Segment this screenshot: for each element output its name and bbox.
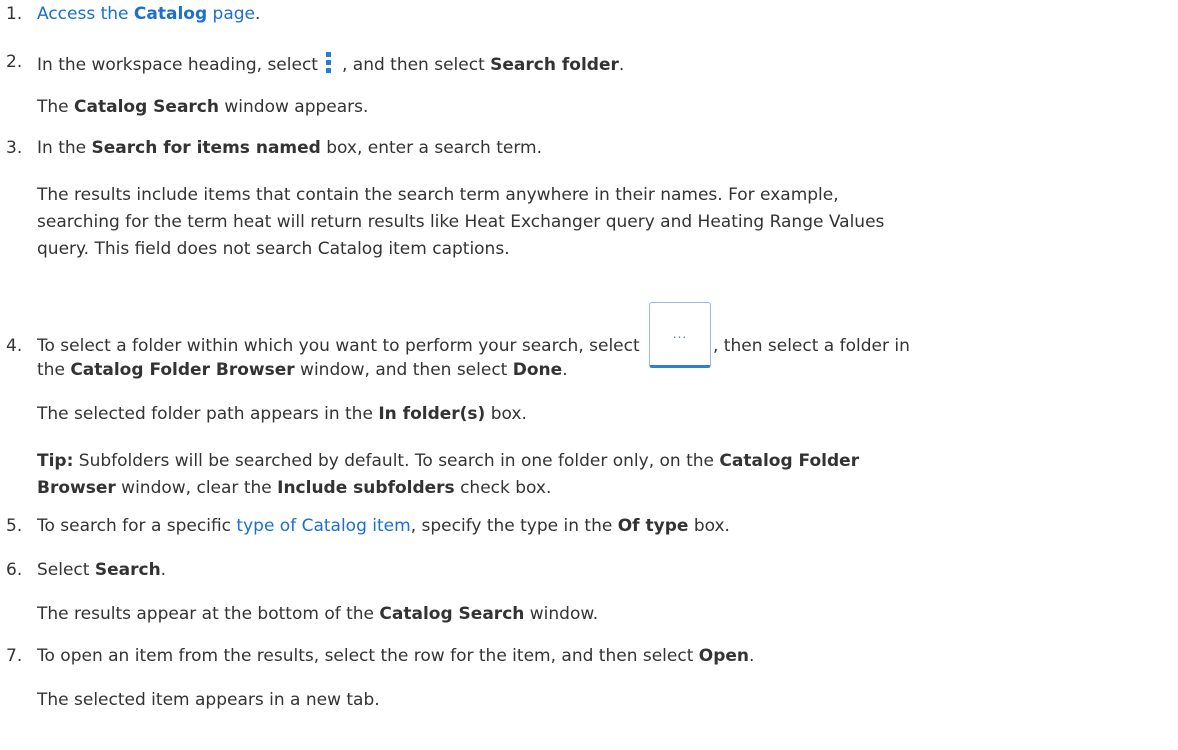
step-number: 3. — [6, 138, 23, 158]
step-4: 4. To select a folder within which you w… — [0, 302, 1178, 368]
step-number: 7. — [6, 646, 23, 666]
browse-folder-button[interactable]: ... — [649, 302, 711, 368]
step-number: 2. — [6, 52, 23, 72]
step-number: 1. — [6, 4, 23, 24]
step-number: 4. — [6, 336, 23, 356]
procedure-document: 1. Access the Catalog page. 2. In the wo… — [0, 0, 1178, 750]
access-catalog-page-link[interactable]: Access the Catalog page — [37, 4, 255, 24]
step-number: 6. — [6, 560, 23, 580]
kebab-menu-icon — [325, 52, 332, 74]
catalog-item-type-link[interactable]: type of Catalog item — [236, 516, 410, 536]
step-number: 5. — [6, 516, 23, 536]
